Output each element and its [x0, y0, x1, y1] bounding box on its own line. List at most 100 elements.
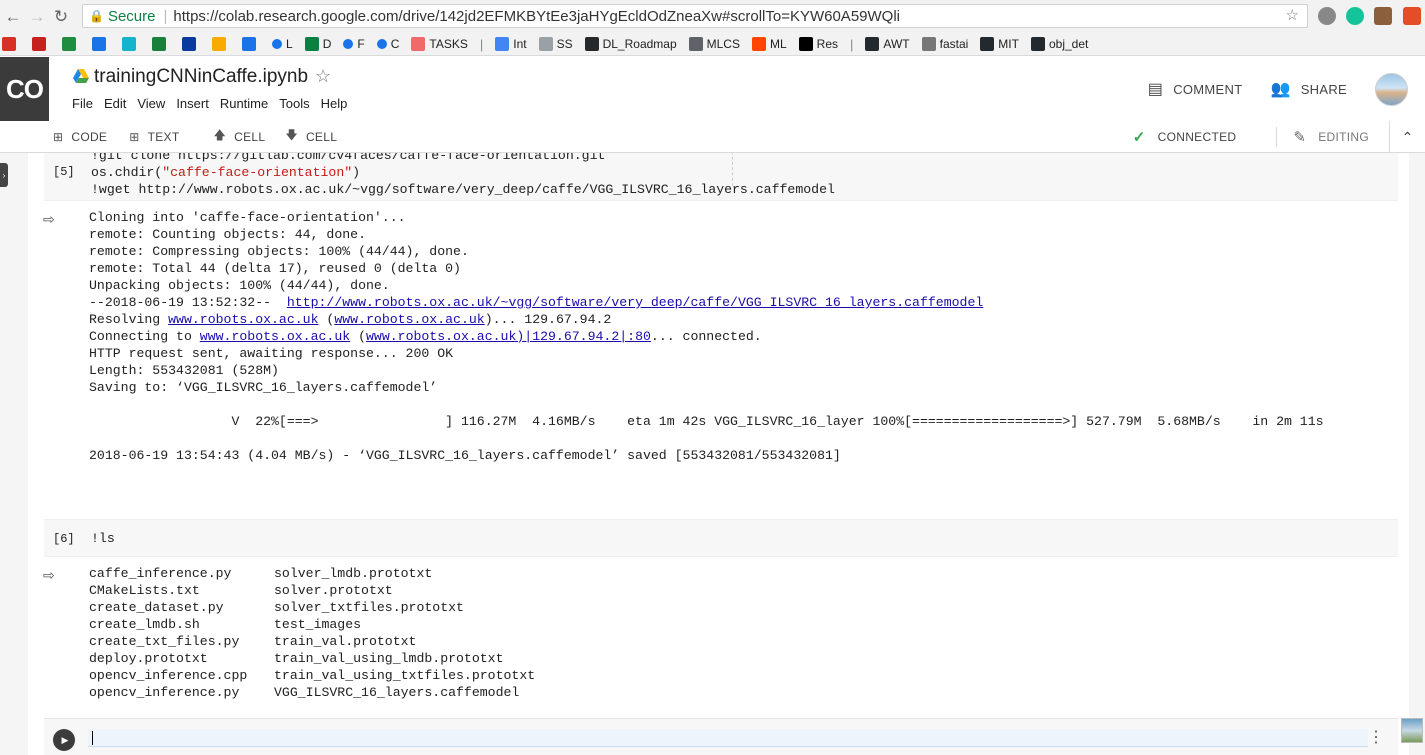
output-line: --2018-06-19 13:52:32-- http://www.robot…	[89, 294, 1324, 311]
menu-runtime[interactable]: Runtime	[220, 96, 268, 111]
url-bar[interactable]: 🔒 Secure | https://colab.research.google…	[82, 4, 1308, 28]
notebook-title[interactable]: trainingCNNinCaffe.ipynb	[94, 66, 308, 88]
bookmark-label: L	[286, 37, 293, 51]
bookmark-label: C	[390, 37, 400, 51]
bookmark-label: TASKS	[429, 37, 468, 51]
move-cell-up-button[interactable]: 🡅 CELL	[213, 126, 265, 147]
comment-button[interactable]: ▤ COMMENT	[1148, 79, 1243, 99]
bookmark-item[interactable]: MIT	[980, 37, 1019, 51]
output-link[interactable]: www.robots.ox.ac.uk	[334, 312, 484, 327]
colab-logo[interactable]: CO	[0, 57, 49, 121]
menu-insert[interactable]: Insert	[176, 96, 209, 111]
bookmark-item[interactable]: obj_det	[1030, 37, 1089, 51]
connection-status[interactable]: ✓ CONNECTED	[1133, 128, 1237, 146]
output-link[interactable]: www.robots.ox.ac.uk)|129.67.94.2|:80	[366, 329, 651, 344]
bookmark-item[interactable]	[32, 37, 50, 51]
bookmark-item[interactable]: SS	[538, 37, 573, 51]
bookmark-item[interactable]	[122, 37, 140, 51]
output-icon[interactable]: ⇨	[43, 567, 59, 583]
add-code-label: CODE	[71, 129, 108, 144]
star-icon[interactable]: ☆	[315, 66, 331, 87]
bookmark-item[interactable]	[2, 37, 20, 51]
menu-file[interactable]: File	[72, 96, 93, 111]
plus-box-icon: ⊞	[53, 129, 64, 144]
bookmark-item[interactable]: Int	[495, 37, 527, 51]
bookmark-item[interactable]: AWT	[865, 37, 910, 51]
bookmark-item[interactable]: MLCS	[688, 37, 740, 51]
github-icon	[865, 37, 880, 51]
extension-icon-owl[interactable]	[1374, 7, 1392, 25]
editing-mode-button[interactable]: ✎ EDITING	[1293, 128, 1369, 146]
bookmark-label: F	[357, 37, 365, 51]
menu-help[interactable]: Help	[321, 96, 348, 111]
bookmark-item[interactable]: Res	[798, 37, 838, 51]
add-text-button[interactable]: ⊞ TEXT	[129, 130, 179, 144]
drive-icon	[73, 69, 89, 83]
output-line: Resolving www.robots.ox.ac.uk (www.robot…	[89, 311, 1324, 328]
menu-edit[interactable]: Edit	[104, 96, 126, 111]
output-link[interactable]: www.robots.ox.ac.uk	[200, 329, 350, 344]
grammarly-icon[interactable]	[1346, 7, 1364, 25]
medium-icon	[798, 37, 813, 51]
bookmark-item[interactable]	[242, 37, 260, 51]
menu-view[interactable]: View	[137, 96, 165, 111]
chevron-up-icon[interactable]: ⌃	[1389, 121, 1425, 153]
file-name: test_images	[274, 617, 362, 632]
bookmark-item[interactable]: F	[343, 37, 365, 51]
more-vert-icon[interactable]: ⋮	[1368, 730, 1384, 746]
code-line: !wget http://www.robots.ox.ac.uk/~vgg/so…	[91, 182, 835, 197]
bookmark-item[interactable]: DL_Roadmap	[584, 37, 677, 51]
extension-icon-gray[interactable]	[1318, 7, 1336, 25]
add-code-button[interactable]: ⊞ CODE	[53, 130, 107, 144]
code-editor[interactable]: !ls	[91, 530, 115, 547]
code-editor-input[interactable]	[88, 729, 1368, 747]
output-link[interactable]: www.robots.ox.ac.uk	[168, 312, 318, 327]
bookmark-item[interactable]	[152, 37, 170, 51]
sidebar-toggle-icon[interactable]: ›	[0, 163, 8, 187]
bookmark-item[interactable]	[182, 37, 200, 51]
string-token: "caffe-face-orientation"	[162, 165, 353, 180]
code-editor[interactable]: !git clone https://gitlab.com/cv4faces/c…	[91, 153, 835, 198]
arrow-up-icon: 🡅	[213, 128, 227, 142]
active-code-cell[interactable]: ▶ ⋮	[44, 718, 1398, 755]
docs-icon	[495, 37, 510, 51]
reload-icon[interactable]: ↻	[50, 6, 72, 28]
code-cell-6[interactable]: [6] !ls	[44, 519, 1398, 557]
bookmark-item[interactable]	[62, 37, 80, 51]
code-cell-5[interactable]: [5] !git clone https://gitlab.com/cv4fac…	[44, 153, 1398, 201]
toolbar-divider	[1276, 127, 1278, 147]
file-name: caffe_inference.py	[89, 566, 232, 581]
move-cell-down-button[interactable]: 🡇 CELL	[285, 126, 337, 147]
menu-tools[interactable]: Tools	[279, 96, 309, 111]
move-cell-down-label: CELL	[305, 129, 338, 144]
bookmark-item[interactable]: L	[272, 37, 293, 51]
run-cell-button[interactable]: ▶	[53, 729, 75, 751]
bookmark-item[interactable]: fastai	[921, 37, 968, 51]
bookmark-item[interactable]: TASKS	[411, 37, 468, 51]
bookmark-icon-green	[152, 37, 166, 51]
forward-arrow-icon[interactable]: →	[26, 6, 48, 28]
output-text: (	[350, 329, 366, 344]
text-caret	[92, 731, 93, 745]
file-name: VGG_ILSVRC_16_layers.caffemodel	[274, 685, 520, 700]
bookmark-item[interactable]	[92, 37, 110, 51]
code-line: !ls	[91, 531, 115, 546]
bookmark-item[interactable]: C	[376, 37, 400, 51]
bookmark-item[interactable]: D	[304, 37, 331, 51]
extension-icon-red[interactable]	[1403, 7, 1421, 25]
output-icon[interactable]: ⇨	[43, 211, 59, 227]
bookmark-star-icon[interactable]: ☆	[1286, 6, 1299, 24]
bookmark-item[interactable]: ML	[751, 37, 787, 51]
move-cell-up-label: CELL	[234, 129, 266, 144]
share-button[interactable]: 👥 SHARE	[1270, 79, 1347, 99]
file-row: opencv_inference.py VGG_ILSVRC_16_layers.…	[89, 684, 535, 701]
plus-box-icon: ⊞	[129, 129, 140, 144]
jio-icon	[182, 37, 196, 51]
bookmark-label: DL_Roadmap	[602, 37, 677, 51]
back-arrow-icon[interactable]: ←	[2, 6, 24, 28]
avatar[interactable]	[1375, 72, 1408, 106]
output-link[interactable]: http://www.robots.ox.ac.uk/~vgg/software…	[287, 295, 983, 310]
file-name: create_dataset.py	[89, 600, 224, 615]
bookmark-label: obj_det	[1048, 37, 1089, 51]
bookmark-item[interactable]	[212, 37, 230, 51]
